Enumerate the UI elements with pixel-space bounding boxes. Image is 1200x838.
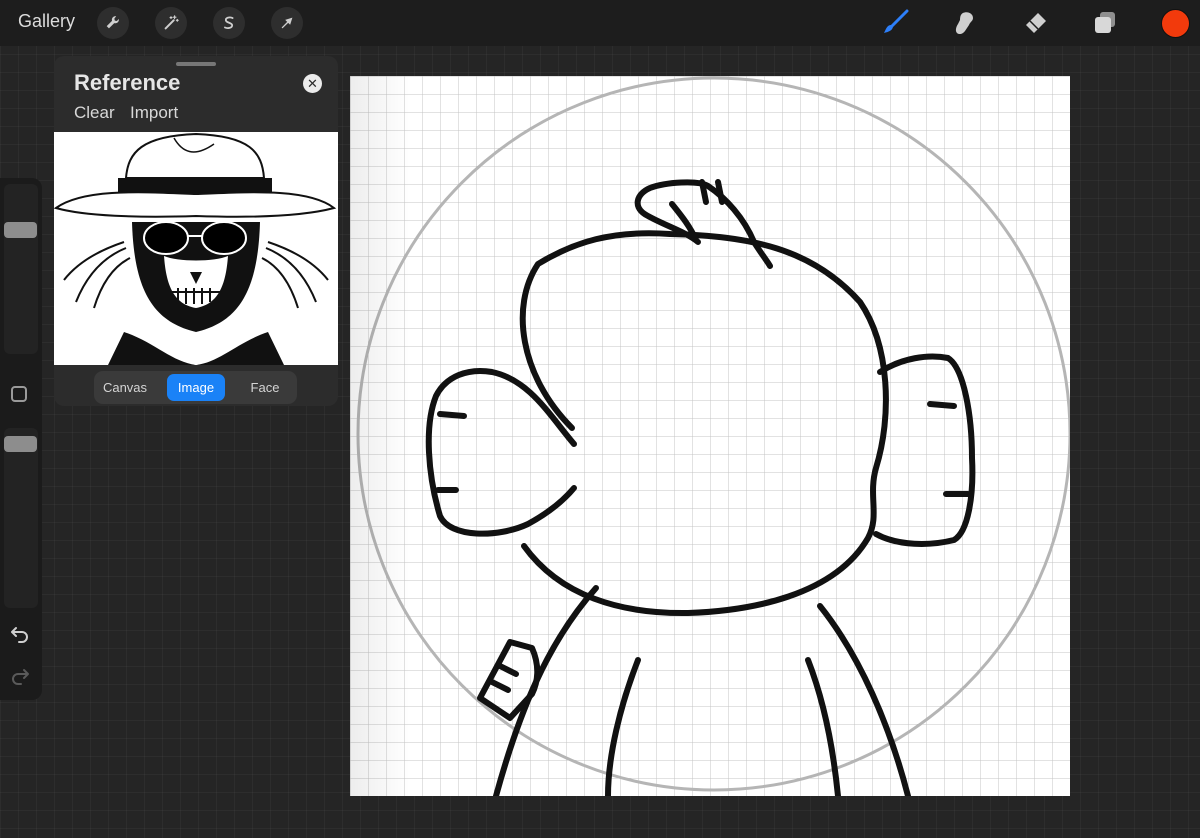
top-toolbar: Gallery <box>0 0 1200 46</box>
drawing-canvas[interactable] <box>350 76 1070 796</box>
selection-icon <box>224 16 234 29</box>
opacity-handle[interactable] <box>4 436 37 452</box>
tab-image[interactable]: Image <box>167 374 225 401</box>
layers-button[interactable] <box>1090 8 1120 38</box>
brush-size-slider[interactable] <box>4 184 38 354</box>
reference-image <box>54 132 338 365</box>
reference-title: Reference <box>74 70 181 95</box>
redo-button[interactable] <box>8 663 32 687</box>
close-icon: ✕ <box>307 76 318 91</box>
canvas-edge-shadow <box>350 76 410 796</box>
skull-reference-illustration <box>54 132 337 365</box>
actions-button[interactable] <box>97 7 129 39</box>
brush-icon <box>884 9 909 33</box>
adjustments-button[interactable] <box>155 7 187 39</box>
undo-icon <box>11 627 28 643</box>
import-button[interactable]: Import <box>130 103 178 123</box>
smudge-icon <box>955 12 973 35</box>
reference-mode-segmented-control: Canvas Image Face <box>94 371 297 404</box>
panel-grabber[interactable] <box>176 62 216 66</box>
close-button[interactable]: ✕ <box>303 74 322 93</box>
eraser-icon <box>1026 13 1046 33</box>
undo-button[interactable] <box>8 621 32 645</box>
redo-icon <box>12 669 29 685</box>
brush-button[interactable] <box>880 8 910 38</box>
reference-panel: Reference ✕ Clear Import Canvas Image Fa… <box>54 56 338 406</box>
wrench-icon <box>106 16 119 29</box>
layers-icon <box>1095 12 1115 33</box>
clear-button[interactable]: Clear <box>74 103 115 123</box>
color-picker-button[interactable] <box>1161 9 1190 38</box>
magic-wand-icon <box>164 15 179 30</box>
tab-face[interactable]: Face <box>237 374 293 401</box>
arrow-cursor-icon <box>281 17 293 29</box>
brush-size-handle[interactable] <box>4 222 37 238</box>
opacity-slider[interactable] <box>4 428 38 608</box>
smudge-button[interactable] <box>950 8 980 38</box>
gallery-button[interactable]: Gallery <box>18 11 75 32</box>
tab-canvas[interactable]: Canvas <box>97 374 153 401</box>
selection-button[interactable] <box>213 7 245 39</box>
eraser-button[interactable] <box>1020 8 1050 38</box>
left-sidebar <box>0 178 42 700</box>
modify-button[interactable] <box>11 386 27 402</box>
canvas-artwork <box>350 76 1070 796</box>
transform-button[interactable] <box>271 7 303 39</box>
